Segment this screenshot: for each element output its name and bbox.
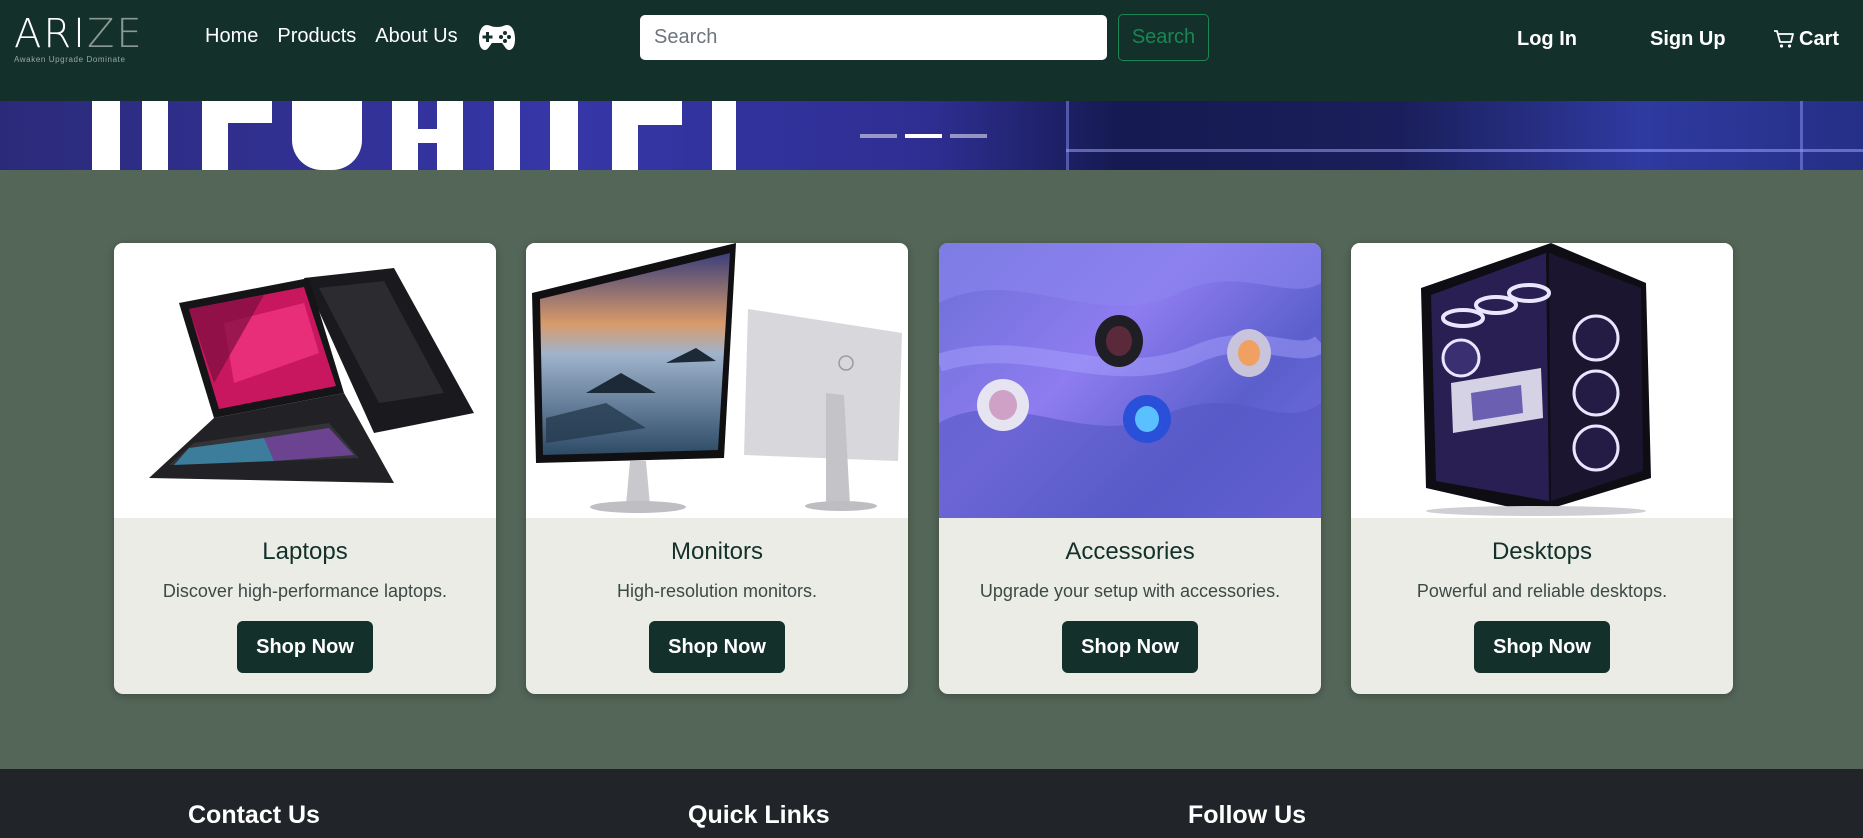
hero-grid-line (1800, 101, 1803, 170)
logo-wordmark: ARIZE (14, 11, 144, 57)
nav-link-products[interactable]: Products (277, 22, 356, 50)
category-card-accessories: Accessories Upgrade your setup with acce… (939, 243, 1321, 694)
cart-label: Cart (1799, 28, 1840, 50)
footer-heading-contact: Contact Us (188, 801, 320, 829)
footer-heading-follow-us: Follow Us (1188, 801, 1307, 829)
card-title: Accessories (1065, 538, 1195, 565)
category-card-monitors: Monitors High-resolution monitors. Shop … (526, 243, 908, 694)
shop-now-button-laptops[interactable]: Shop Now (237, 621, 373, 673)
monitor-image (526, 243, 908, 518)
carousel-indicator-1[interactable] (860, 134, 897, 138)
cart-link[interactable]: Cart (1773, 25, 1839, 53)
card-description: High-resolution monitors. (616, 581, 818, 601)
signup-link[interactable]: Sign Up (1650, 25, 1726, 53)
hero-grid-line (1066, 149, 1863, 152)
laptop-image (114, 243, 496, 518)
hero-grid-line (1066, 101, 1069, 170)
navbar: ARIZE Awaken Upgrade Dominate Home Produ… (0, 0, 1863, 101)
search-input[interactable] (640, 15, 1107, 60)
carousel-indicator-3[interactable] (950, 134, 987, 138)
brand-logo[interactable]: ARIZE Awaken Upgrade Dominate (14, 14, 144, 66)
carousel-indicator-2[interactable] (905, 134, 942, 138)
shop-now-button-desktops[interactable]: Shop Now (1474, 621, 1610, 673)
card-title: Desktops (1491, 538, 1593, 565)
category-card-desktops: Desktops Powerful and reliable desktops.… (1351, 243, 1733, 694)
category-card-laptops: Laptops Discover high-performance laptop… (114, 243, 496, 694)
card-description: Upgrade your setup with accessories. (979, 581, 1281, 601)
footer-heading-quick-links: Quick Links (688, 801, 830, 829)
nav-link-home[interactable]: Home (205, 22, 258, 50)
card-title: Monitors (670, 538, 764, 565)
accessories-image (939, 243, 1321, 518)
login-link[interactable]: Log In (1517, 25, 1577, 53)
nav-link-about-us[interactable]: About Us (375, 22, 457, 50)
desktop-image (1351, 243, 1733, 518)
logo-tagline: Awaken Upgrade Dominate (14, 55, 126, 64)
gamepad-icon[interactable] (478, 22, 516, 52)
search-button[interactable]: Search (1118, 14, 1209, 61)
hero-banner-image (92, 101, 862, 170)
card-title: Laptops (262, 538, 348, 565)
main-nav: Home Products About Us (205, 22, 477, 50)
footer: Contact Us Quick Links Follow Us (0, 769, 1863, 838)
shop-now-button-accessories[interactable]: Shop Now (1062, 621, 1198, 673)
cart-icon (1774, 30, 1794, 48)
card-description: Powerful and reliable desktops. (1416, 581, 1668, 601)
card-description: Discover high-performance laptops. (162, 581, 448, 601)
shop-now-button-monitors[interactable]: Shop Now (649, 621, 785, 673)
